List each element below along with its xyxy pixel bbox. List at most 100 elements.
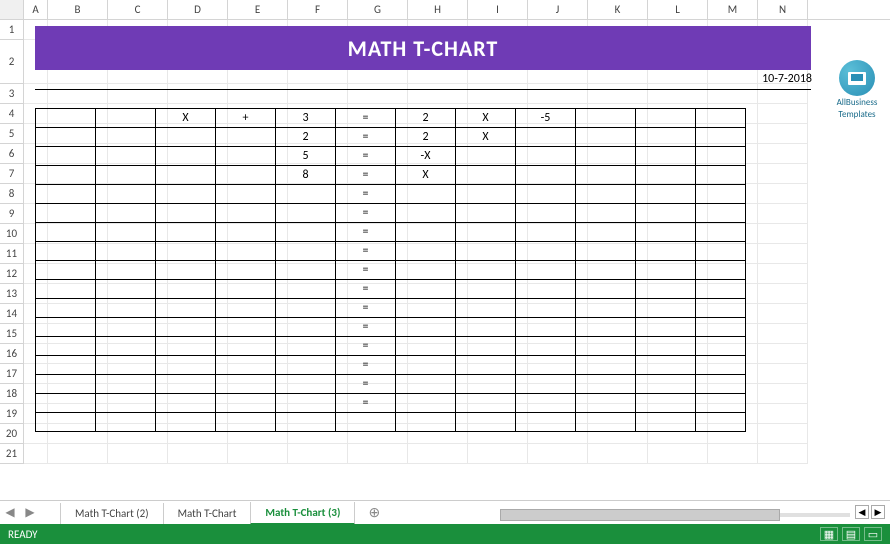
row-header-21[interactable]: 21	[0, 444, 24, 464]
cell-J15[interactable]	[516, 299, 576, 318]
cell-M11[interactable]	[696, 223, 746, 242]
cell-J13[interactable]	[516, 261, 576, 280]
cell-K5[interactable]	[576, 109, 636, 128]
sheet-tab[interactable]: Math T-Chart	[163, 503, 252, 525]
cell-H18[interactable]	[396, 356, 456, 375]
cell-C11[interactable]	[96, 223, 156, 242]
cell-H5[interactable]: 2	[396, 109, 456, 128]
cell-C12[interactable]	[96, 242, 156, 261]
col-header-G[interactable]: G	[348, 0, 408, 19]
cell-F12[interactable]	[276, 242, 336, 261]
cell-L9[interactable]	[636, 185, 696, 204]
cell-L8[interactable]	[636, 166, 696, 185]
cell-M13[interactable]	[696, 261, 746, 280]
view-layout-icon[interactable]: ▤	[842, 527, 860, 541]
cell-J8[interactable]	[516, 166, 576, 185]
cell-C16[interactable]	[96, 318, 156, 337]
cell-E14[interactable]	[216, 280, 276, 299]
cell-B7[interactable]	[36, 147, 96, 166]
cell-K10[interactable]	[576, 204, 636, 223]
cell-M16[interactable]	[696, 318, 746, 337]
cell-G8[interactable]: =	[336, 166, 396, 185]
cell-I14[interactable]	[456, 280, 516, 299]
cell-I8[interactable]	[456, 166, 516, 185]
cell-G9[interactable]: =	[336, 185, 396, 204]
cell-L12[interactable]	[636, 242, 696, 261]
col-header-B[interactable]: B	[48, 0, 108, 19]
col-header-C[interactable]: C	[108, 0, 168, 19]
cell-F15[interactable]	[276, 299, 336, 318]
cell-C14[interactable]	[96, 280, 156, 299]
add-sheet-button[interactable]: ⊕	[362, 504, 386, 521]
cell-E7[interactable]	[216, 147, 276, 166]
cell-K15[interactable]	[576, 299, 636, 318]
cell-M19[interactable]	[696, 375, 746, 394]
cell-F10[interactable]	[276, 204, 336, 223]
cell-F11[interactable]	[276, 223, 336, 242]
cell-J19[interactable]	[516, 375, 576, 394]
cell-B12[interactable]	[36, 242, 96, 261]
view-break-icon[interactable]: ▭	[864, 527, 882, 541]
cell-D20[interactable]	[156, 394, 216, 413]
cell-C9[interactable]	[96, 185, 156, 204]
cell-B8[interactable]	[36, 166, 96, 185]
cell-K13[interactable]	[576, 261, 636, 280]
tab-nav-prev[interactable]: ◀	[0, 503, 20, 523]
row-header-6[interactable]: 6	[0, 144, 24, 164]
cell-I7[interactable]	[456, 147, 516, 166]
cell-K6[interactable]	[576, 128, 636, 147]
cell-M14[interactable]	[696, 280, 746, 299]
cell-F6[interactable]: 2	[276, 128, 336, 147]
cell-F14[interactable]	[276, 280, 336, 299]
col-header-N[interactable]: N	[758, 0, 808, 19]
row-header-14[interactable]: 14	[0, 304, 24, 324]
cell-D16[interactable]	[156, 318, 216, 337]
cell-B20[interactable]	[36, 394, 96, 413]
row-header-18[interactable]: 18	[0, 384, 24, 404]
cell-H15[interactable]	[396, 299, 456, 318]
cell-C10[interactable]	[96, 204, 156, 223]
cell-B10[interactable]	[36, 204, 96, 223]
cell-H21[interactable]	[396, 413, 456, 432]
cell-E10[interactable]	[216, 204, 276, 223]
cell-C20[interactable]	[96, 394, 156, 413]
cell-J16[interactable]	[516, 318, 576, 337]
cell-H17[interactable]	[396, 337, 456, 356]
cell-H8[interactable]: X	[396, 166, 456, 185]
cell-I16[interactable]	[456, 318, 516, 337]
cell-D17[interactable]	[156, 337, 216, 356]
cell-L10[interactable]	[636, 204, 696, 223]
cell-H7[interactable]: -X	[396, 147, 456, 166]
cell-K17[interactable]	[576, 337, 636, 356]
cell-C15[interactable]	[96, 299, 156, 318]
row-header-3[interactable]: 3	[0, 84, 24, 104]
cell-K21[interactable]	[576, 413, 636, 432]
cell-J7[interactable]	[516, 147, 576, 166]
cell-B17[interactable]	[36, 337, 96, 356]
col-header-H[interactable]: H	[408, 0, 468, 19]
cell-B6[interactable]	[36, 128, 96, 147]
cell-H12[interactable]	[396, 242, 456, 261]
cell-C8[interactable]	[96, 166, 156, 185]
cell-I18[interactable]	[456, 356, 516, 375]
cell-B18[interactable]	[36, 356, 96, 375]
cell-J18[interactable]	[516, 356, 576, 375]
cell-G14[interactable]: =	[336, 280, 396, 299]
sheet-tab[interactable]: Math T-Chart (2)	[60, 503, 164, 525]
cell-D21[interactable]	[156, 413, 216, 432]
row-header-15[interactable]: 15	[0, 324, 24, 344]
cell-J11[interactable]	[516, 223, 576, 242]
cell-M21[interactable]	[696, 413, 746, 432]
cell-K11[interactable]	[576, 223, 636, 242]
cell-L20[interactable]	[636, 394, 696, 413]
cell-H13[interactable]	[396, 261, 456, 280]
cell-C5[interactable]	[96, 109, 156, 128]
cell-I11[interactable]	[456, 223, 516, 242]
row-header-12[interactable]: 12	[0, 264, 24, 284]
cell-C19[interactable]	[96, 375, 156, 394]
cell-I13[interactable]	[456, 261, 516, 280]
cell-D12[interactable]	[156, 242, 216, 261]
cell-M7[interactable]	[696, 147, 746, 166]
cell-G11[interactable]: =	[336, 223, 396, 242]
cell-C18[interactable]	[96, 356, 156, 375]
